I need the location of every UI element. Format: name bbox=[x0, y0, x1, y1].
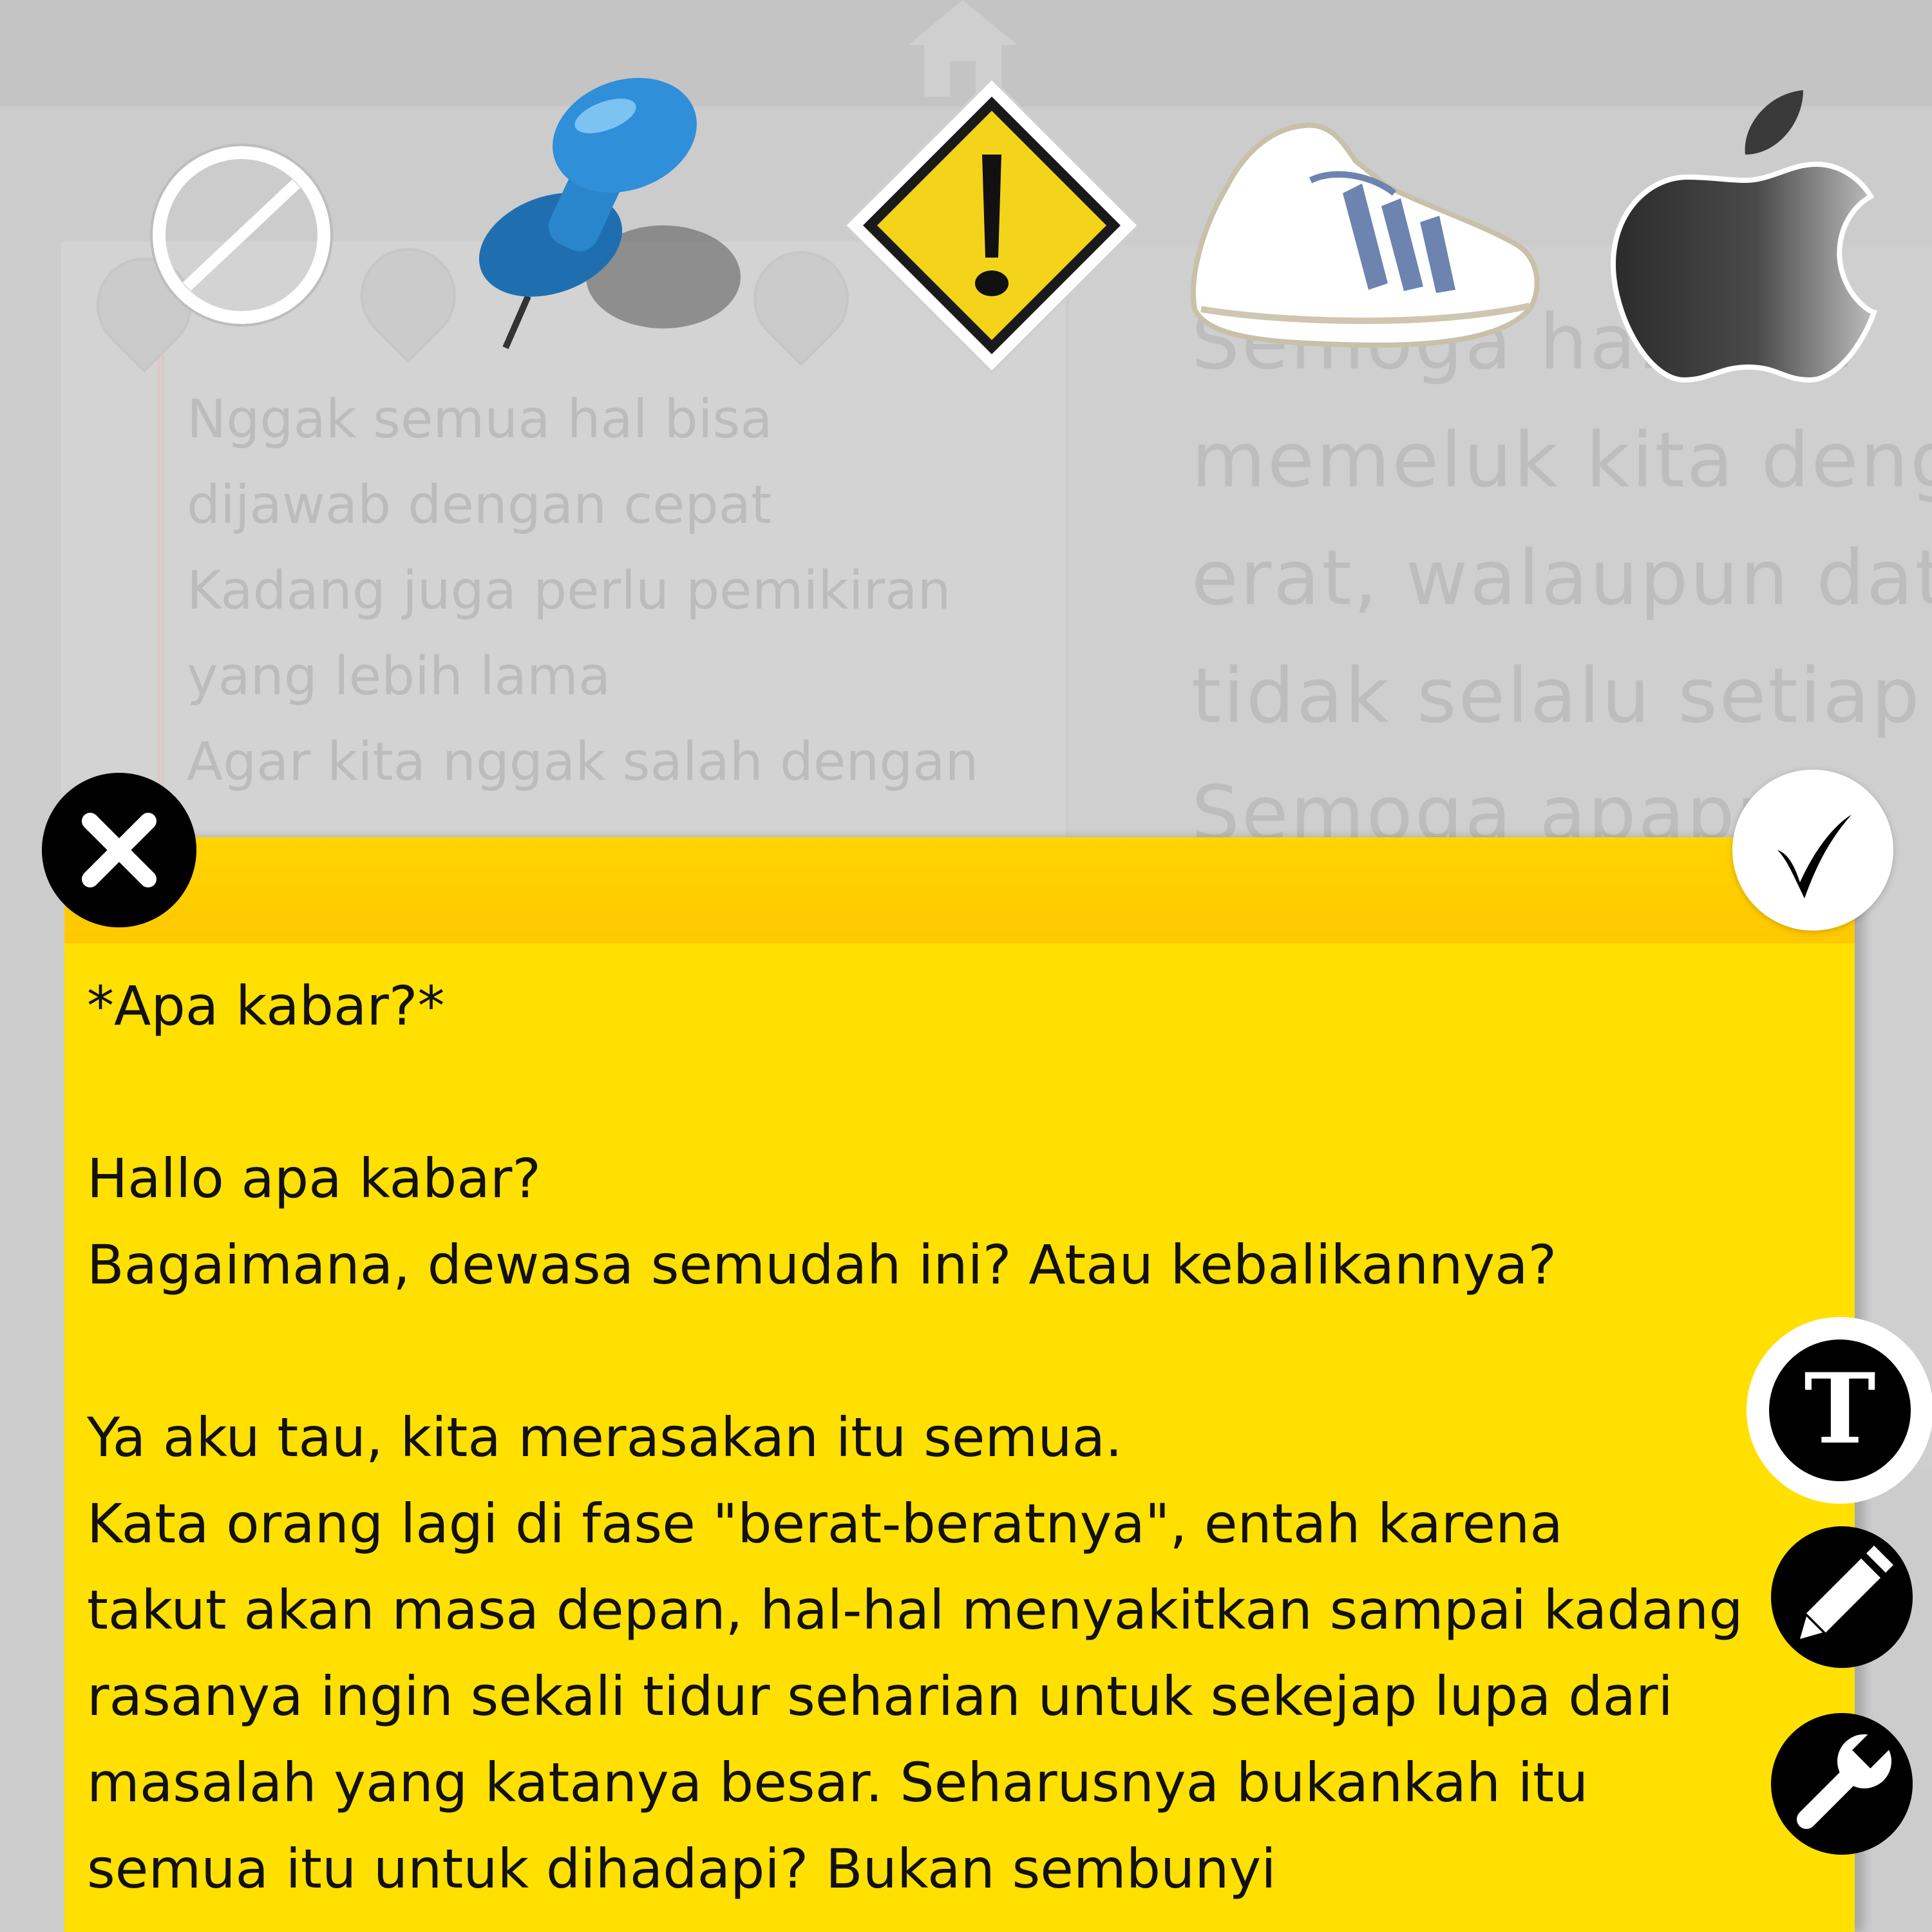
close-icon bbox=[82, 813, 156, 887]
note-header bbox=[64, 837, 1855, 943]
apple-logo-icon[interactable] bbox=[1610, 84, 1880, 386]
warning-sign-icon[interactable] bbox=[837, 71, 1146, 380]
checkmark-icon bbox=[1777, 815, 1852, 898]
no-sign-icon[interactable] bbox=[148, 142, 335, 328]
svg-text:T: T bbox=[1804, 1352, 1876, 1466]
note-editor[interactable]: *Apa kabar?* Hallo apa kabar? Bagaimana,… bbox=[64, 837, 1855, 1932]
note-text-area[interactable]: *Apa kabar?* Hallo apa kabar? Bagaimana,… bbox=[87, 963, 1839, 1912]
wrench-icon bbox=[1797, 1725, 1896, 1829]
close-button[interactable] bbox=[42, 773, 196, 927]
text-format-button[interactable]: T bbox=[1747, 1317, 1932, 1504]
push-pin-icon[interactable] bbox=[457, 64, 753, 361]
text-format-icon: T bbox=[1769, 1340, 1911, 1481]
background-note-text-left: Nggak semua hal bisa dijawab dengan cepa… bbox=[187, 389, 979, 793]
edit-button[interactable] bbox=[1771, 1526, 1913, 1668]
pencil-icon bbox=[1800, 1546, 1893, 1639]
settings-button[interactable] bbox=[1771, 1713, 1913, 1855]
save-button[interactable] bbox=[1732, 770, 1893, 931]
sneaker-icon[interactable] bbox=[1182, 116, 1542, 361]
